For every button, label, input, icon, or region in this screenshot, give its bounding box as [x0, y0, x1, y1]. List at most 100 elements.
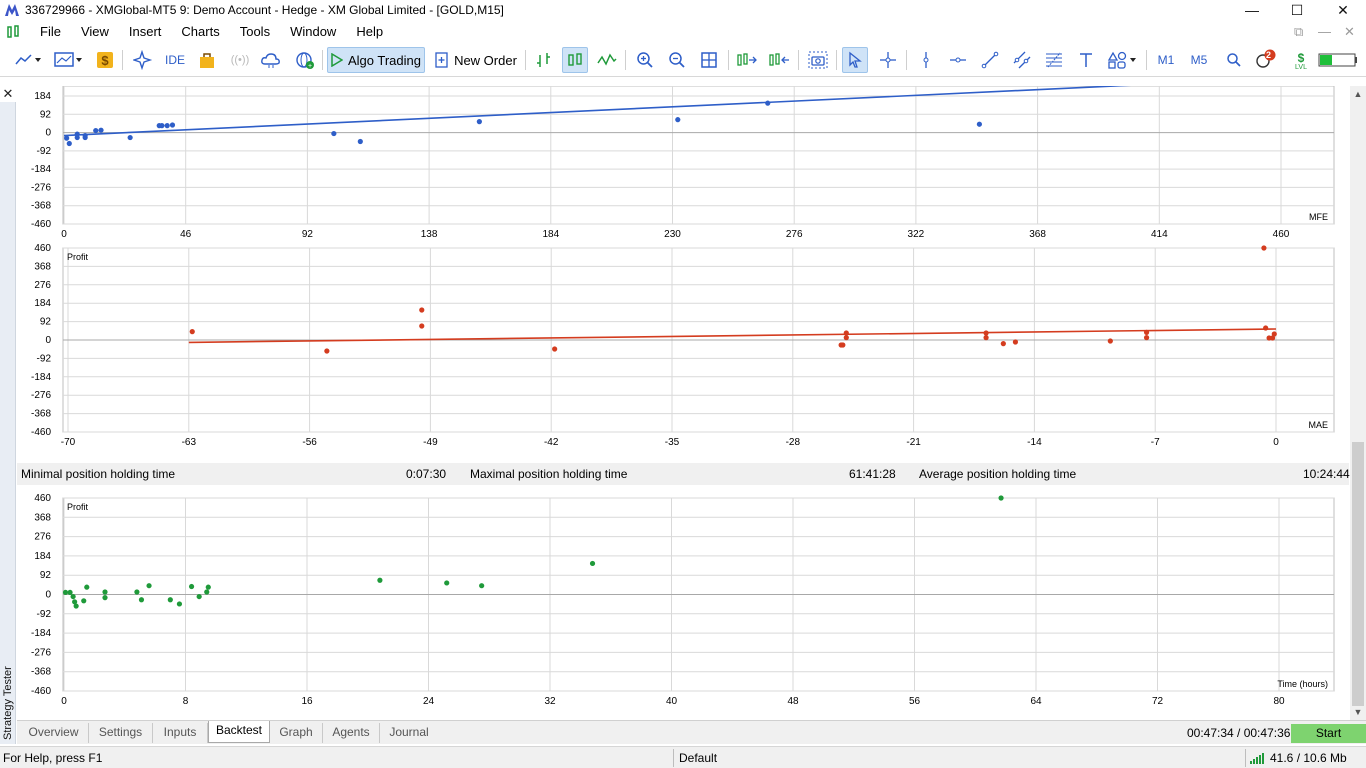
- window-title: 336729966 - XMGlobal-MT5 9: Demo Account…: [25, 3, 504, 17]
- new-order-icon: [435, 52, 448, 68]
- tile-windows-button[interactable]: [697, 47, 721, 73]
- candlestick-icon: [568, 53, 582, 66]
- mae-point-20: [1271, 331, 1277, 337]
- time-point-4: [73, 603, 79, 609]
- time-x-tick-64: 64: [1030, 696, 1042, 707]
- min-holding-label: Minimal position holding time: [21, 467, 176, 481]
- tab-backtest[interactable]: Backtest: [208, 721, 270, 743]
- minimize-button[interactable]: —: [1229, 0, 1275, 20]
- minimize-child-icon[interactable]: —: [1318, 24, 1331, 39]
- menu-file[interactable]: File: [30, 21, 71, 43]
- close-button[interactable]: ✕: [1320, 0, 1366, 20]
- time-x-tick-48: 48: [787, 696, 799, 707]
- time-point-12: [167, 597, 173, 603]
- text-button[interactable]: [1074, 47, 1098, 73]
- channel-button[interactable]: [1010, 47, 1034, 73]
- zoom-out-button[interactable]: [665, 47, 689, 73]
- algo-trading-button[interactable]: Algo Trading: [327, 47, 425, 73]
- tab-graph[interactable]: Graph: [270, 723, 323, 743]
- menu-view[interactable]: View: [71, 21, 119, 43]
- notifications-button[interactable]: 2: [1252, 47, 1278, 73]
- zoom-in-button[interactable]: [633, 47, 657, 73]
- mae-point-12: [1012, 339, 1019, 345]
- ide-label: IDE: [164, 53, 185, 67]
- cursor-button[interactable]: [842, 47, 868, 73]
- search-button[interactable]: [1222, 47, 1246, 73]
- new-order-button[interactable]: New Order: [432, 47, 520, 73]
- bar-chart-button[interactable]: [532, 47, 556, 73]
- trendline-button[interactable]: [978, 47, 1002, 73]
- avg-holding-label: Average position holding time: [919, 467, 1077, 481]
- chart-window-icon[interactable]: [6, 24, 22, 40]
- vertical-scrollbar[interactable]: ▲ ▼: [1350, 86, 1366, 720]
- mae-point-15: [1143, 335, 1150, 341]
- mae-y-tick-368: 368: [34, 261, 51, 272]
- scroll-up-icon[interactable]: ▲: [1350, 86, 1366, 102]
- vertical-line-button[interactable]: [914, 47, 938, 73]
- crosshair-button[interactable]: [876, 47, 900, 73]
- shapes-button[interactable]: [1104, 47, 1140, 73]
- close-tester-icon[interactable]: ✕: [0, 86, 16, 102]
- chart-type-button[interactable]: [10, 47, 46, 73]
- screenshot-button[interactable]: [806, 47, 830, 73]
- search-icon: [1227, 53, 1241, 67]
- fibonacci-button[interactable]: [1042, 47, 1066, 73]
- time-x-tick-72: 72: [1152, 696, 1164, 707]
- toolbar-separator: [625, 50, 626, 70]
- mae-x-tick-neg28: -28: [786, 437, 801, 448]
- tab-inputs[interactable]: Inputs: [153, 723, 208, 743]
- menu-charts[interactable]: Charts: [171, 21, 229, 43]
- horizontal-line-button[interactable]: [946, 47, 970, 73]
- crosshair-icon: [880, 52, 896, 68]
- mae-x-tick-neg70: -70: [61, 437, 76, 448]
- time-point-7: [102, 595, 108, 601]
- time-point-17: [205, 584, 211, 590]
- timeframe-m1-button[interactable]: M1: [1153, 47, 1179, 73]
- chart-shift-button[interactable]: [766, 47, 792, 73]
- chart-shift-icon: [769, 53, 789, 66]
- candlestick-button[interactable]: [562, 47, 588, 73]
- mae-point-10: [983, 335, 989, 341]
- vps-button[interactable]: [258, 47, 284, 73]
- line-chart-button[interactable]: [594, 47, 620, 73]
- lvl-label: LVL: [1295, 63, 1307, 71]
- maximize-button[interactable]: ☐: [1274, 0, 1320, 20]
- mfe-y-tick-neg368: -368: [31, 201, 51, 212]
- auto-scroll-button[interactable]: [734, 47, 760, 73]
- menu-tools[interactable]: Tools: [230, 21, 280, 43]
- restore-child-icon[interactable]: ⧉: [1294, 24, 1303, 40]
- backtest-content: 0 46 92 138 184 230 276 322 368 414 460 184 92 0 -92 -1…: [17, 83, 1349, 720]
- mae-point-17: [1263, 325, 1269, 331]
- mae-y-tick-184: 184: [34, 298, 51, 309]
- time-y-tick-neg368: -368: [31, 667, 51, 678]
- level-button[interactable]: $ LVL: [1288, 47, 1314, 73]
- scrollbar-thumb[interactable]: [1352, 442, 1364, 706]
- web-connect-button[interactable]: +: [292, 47, 318, 73]
- tab-journal[interactable]: Journal: [380, 723, 438, 743]
- mae-x-tick-neg21: -21: [906, 437, 921, 448]
- mfe-x-tick-184: 184: [542, 229, 559, 240]
- max-holding-value: 61:41:28: [849, 467, 896, 481]
- market-button[interactable]: $: [94, 47, 116, 73]
- ide-button[interactable]: IDE: [160, 47, 190, 73]
- shop-button[interactable]: [196, 47, 218, 73]
- menu-window[interactable]: Window: [280, 21, 346, 43]
- time-point-16: [204, 589, 210, 595]
- scroll-down-icon[interactable]: ▼: [1350, 704, 1366, 720]
- start-button[interactable]: Start: [1291, 724, 1366, 743]
- menu-insert[interactable]: Insert: [119, 21, 172, 43]
- tab-settings[interactable]: Settings: [89, 723, 153, 743]
- template-button[interactable]: [50, 47, 86, 73]
- menu-help[interactable]: Help: [346, 21, 393, 43]
- tab-agents[interactable]: Agents: [323, 723, 380, 743]
- time-y-tick-neg92: -92: [37, 609, 52, 620]
- timeframe-m5-button[interactable]: M5: [1185, 47, 1213, 73]
- signals-button[interactable]: ((•)): [228, 47, 252, 73]
- mae-y-tick-276: 276: [34, 280, 51, 291]
- mfe-x-tick-368: 368: [1029, 229, 1046, 240]
- ai-assistant-button[interactable]: [130, 47, 156, 73]
- mae-y-tick-460: 460: [34, 243, 51, 254]
- tab-overview[interactable]: Overview: [19, 723, 89, 743]
- sparkle-icon: [133, 50, 153, 70]
- close-child-icon[interactable]: ✕: [1344, 24, 1355, 40]
